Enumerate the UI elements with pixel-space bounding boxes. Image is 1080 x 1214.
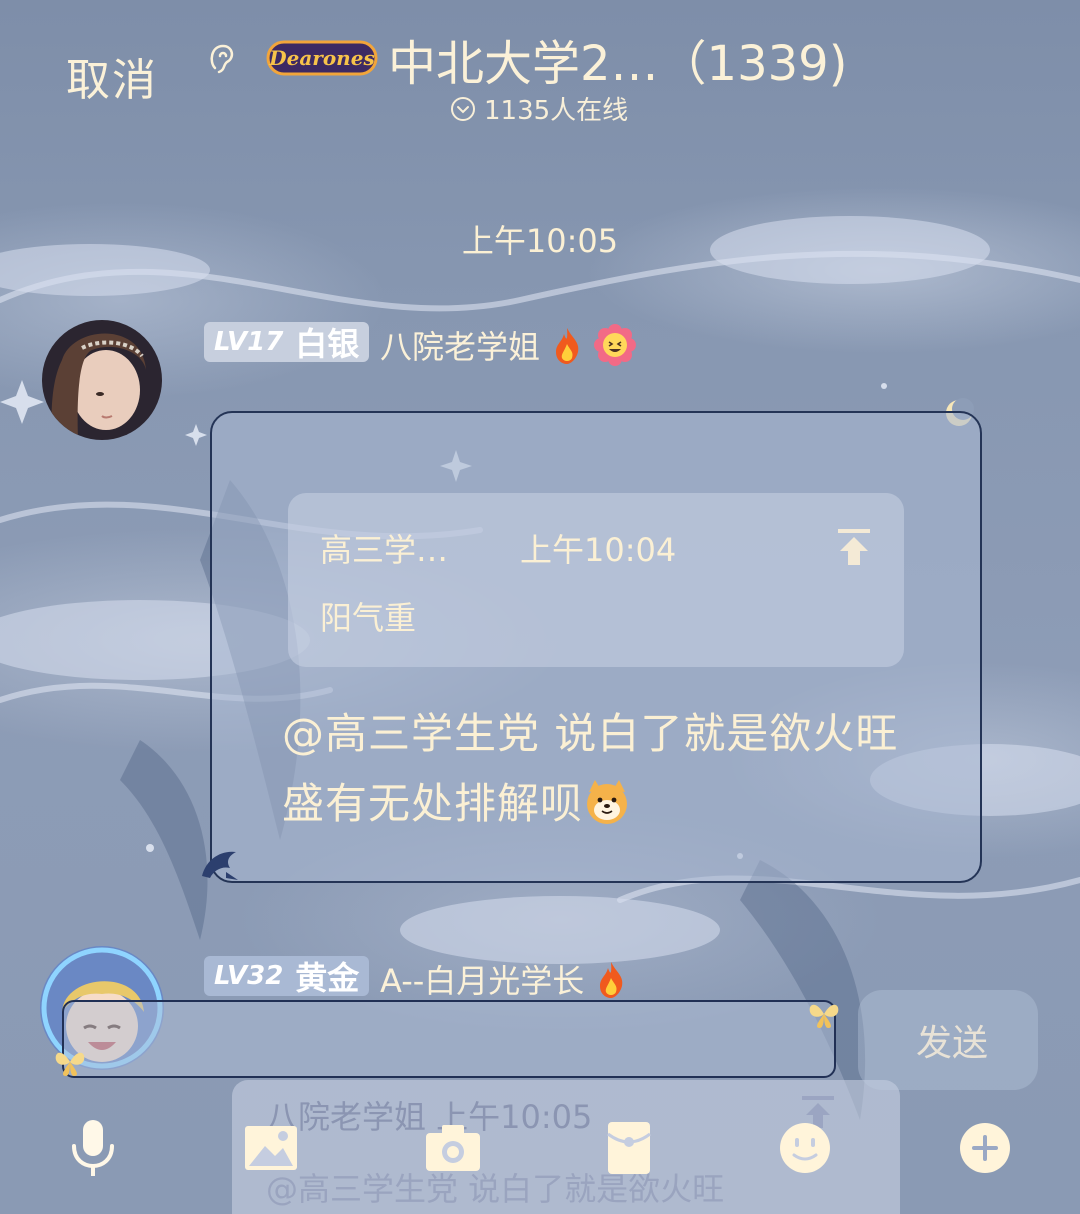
flower-emoji-icon [594, 324, 637, 366]
send-button[interactable]: 发送 [858, 990, 1038, 1090]
quoted-time: 上午10:04 [520, 531, 677, 569]
image-icon [245, 1126, 297, 1170]
avatar-image [42, 320, 162, 440]
microphone-icon [72, 1120, 114, 1176]
sender-name[interactable]: A--白月光学长 [380, 956, 632, 1002]
group-title[interactable]: 中北大学2…（1339) [388, 24, 847, 94]
chat-header: 取消 Dearones 中北大学2…（1339) 1135人在线 [0, 0, 1080, 150]
sender-name[interactable]: 八院老学姐 [380, 322, 637, 368]
more-button[interactable] [950, 1108, 1020, 1188]
rank-text: 黄金 [295, 959, 360, 997]
butterfly-icon [55, 1052, 85, 1076]
fire-icon [556, 328, 579, 364]
image-button[interactable] [236, 1108, 306, 1188]
doge-emoji-icon [587, 780, 628, 824]
plus-icon [960, 1123, 1010, 1173]
dolphin-icon [202, 851, 238, 880]
message-bubble[interactable]: 高三学… 上午10:04 阳气重 @高三学生党 说白了就是欲火旺盛有无处排解呗 [210, 411, 982, 883]
quoted-text: 阳气重 [320, 599, 417, 637]
fire-icon [600, 962, 623, 998]
level-badge: LV17 白银 [204, 322, 370, 363]
dearones-logo: Dearones [266, 40, 378, 76]
jump-to-top-icon[interactable] [836, 527, 872, 567]
level-badge: LV32 黄金 [204, 956, 370, 997]
quoted-message[interactable]: 高三学… 上午10:04 阳气重 [288, 493, 904, 667]
message-text: @高三学生党 说白了就是欲火旺盛有无处排解呗 [282, 699, 902, 839]
sender-nickname: A--白月光学长 [380, 962, 585, 1000]
cancel-button[interactable]: 取消 [66, 44, 158, 108]
camera-icon [426, 1125, 480, 1171]
avatar[interactable] [42, 320, 162, 440]
online-count: 1135人在线 [484, 96, 629, 126]
emoji-button[interactable] [770, 1108, 840, 1188]
quoted-sender: 高三学… [320, 531, 449, 569]
butterfly-icon [809, 1004, 839, 1028]
message-input[interactable] [62, 1000, 836, 1078]
red-packet-icon [607, 1122, 651, 1174]
voice-button[interactable] [58, 1108, 128, 1188]
emoji-icon [780, 1123, 830, 1173]
level-text: LV32 [214, 961, 284, 991]
level-text: LV17 [214, 327, 284, 357]
online-status: 1135人在线 [450, 90, 628, 127]
sender-nickname: 八院老学姐 [380, 328, 541, 366]
camera-button[interactable] [418, 1108, 488, 1188]
red-packet-button[interactable] [594, 1108, 664, 1188]
ear-icon[interactable] [205, 38, 239, 78]
rank-text: 白银 [295, 325, 360, 363]
chevron-circle-icon [451, 96, 475, 121]
svg-text:Dearones: Dearones [268, 46, 374, 70]
time-separator: 上午10:05 [461, 222, 619, 260]
input-toolbar [0, 1108, 1080, 1198]
